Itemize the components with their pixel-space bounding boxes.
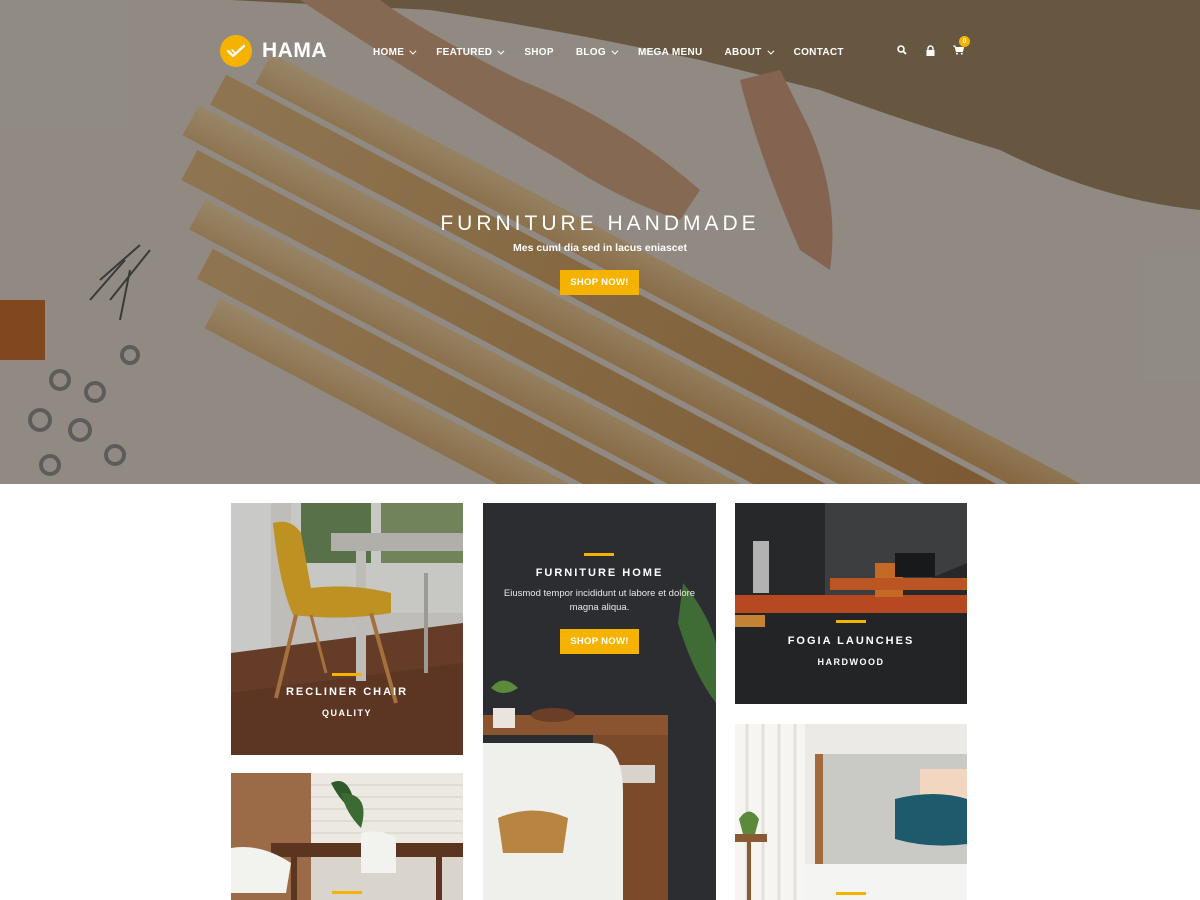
accent-bar: [836, 892, 866, 895]
nav-item-shop[interactable]: SHOP: [524, 47, 554, 58]
recliner-chair-card[interactable]: RECLINER CHAIR QUALITY: [231, 503, 463, 755]
logo-text: HAMA: [262, 39, 327, 62]
fogia-launches-card[interactable]: FOGIA LAUNCHES HARDWOOD: [735, 503, 967, 704]
cart-count-badge: 0: [959, 36, 970, 47]
card-title: FOGIA LAUNCHES: [787, 635, 915, 647]
nav-label: BLOG: [575, 46, 606, 58]
hero-banner: HAMA HOME FEATURED SHOP BLOG MEGA MENU A…: [0, 0, 1200, 484]
chevron-down-icon: [611, 47, 619, 55]
lock-icon[interactable]: [924, 44, 936, 56]
hero-shop-now-button[interactable]: SHOP NOW!: [560, 270, 639, 295]
card-title: FURNITURE HOME: [535, 567, 664, 579]
bedroom-photo: [735, 724, 967, 900]
hero-title: FURNITURE HANDMADE: [440, 212, 760, 235]
bedroom-card[interactable]: [735, 724, 967, 900]
accent-bar: [332, 673, 362, 676]
accent-bar: [332, 891, 362, 894]
nav-label: HOME: [373, 46, 405, 58]
card-overlay: [735, 503, 967, 704]
chevron-down-icon: [766, 47, 775, 55]
logo-mark-icon: [220, 35, 252, 67]
home-shop-now-button[interactable]: SHOP NOW!: [560, 629, 639, 654]
main-nav: HOME FEATURED SHOP BLOG MEGA MENU ABOUT …: [373, 44, 866, 60]
nav-item-contact[interactable]: CONTACT: [794, 47, 844, 58]
card-description: Eiusmod tempor incididunt ut labore et d…: [503, 588, 696, 613]
nav-label: ABOUT: [724, 46, 762, 58]
card-title: RECLINER CHAIR: [285, 686, 409, 698]
nav-item-blog[interactable]: BLOG: [575, 46, 619, 58]
furniture-home-card[interactable]: FURNITURE HOME Eiusmod tempor incididunt…: [483, 503, 716, 900]
dining-room-card[interactable]: [231, 773, 463, 900]
dining-room-photo: [231, 773, 463, 900]
header-tools: 0: [896, 36, 970, 56]
nav-label: FEATURED: [436, 46, 493, 58]
nav-item-about[interactable]: ABOUT: [724, 46, 775, 58]
nav-label: MEGA MENU: [637, 46, 703, 58]
chevron-down-icon: [497, 47, 505, 55]
accent-bar: [584, 553, 614, 556]
accent-bar: [836, 620, 866, 623]
site-logo[interactable]: HAMA: [220, 35, 327, 67]
search-icon[interactable]: [896, 44, 908, 56]
nav-item-mega-menu[interactable]: MEGA MENU: [638, 47, 703, 58]
nav-label: SHOP: [524, 46, 554, 58]
nav-item-home[interactable]: HOME: [373, 46, 417, 58]
cart-icon[interactable]: 0: [952, 36, 970, 56]
card-subtitle: QUALITY: [322, 708, 372, 718]
furniture-home-photo: [483, 503, 716, 900]
hero-subtitle: Mes cuml dia sed in lacus eniascet: [513, 242, 687, 254]
chevron-down-icon: [409, 47, 417, 55]
nav-item-featured[interactable]: FEATURED: [436, 46, 505, 58]
nav-label: CONTACT: [793, 46, 844, 58]
card-subtitle: HARDWOOD: [817, 657, 885, 667]
